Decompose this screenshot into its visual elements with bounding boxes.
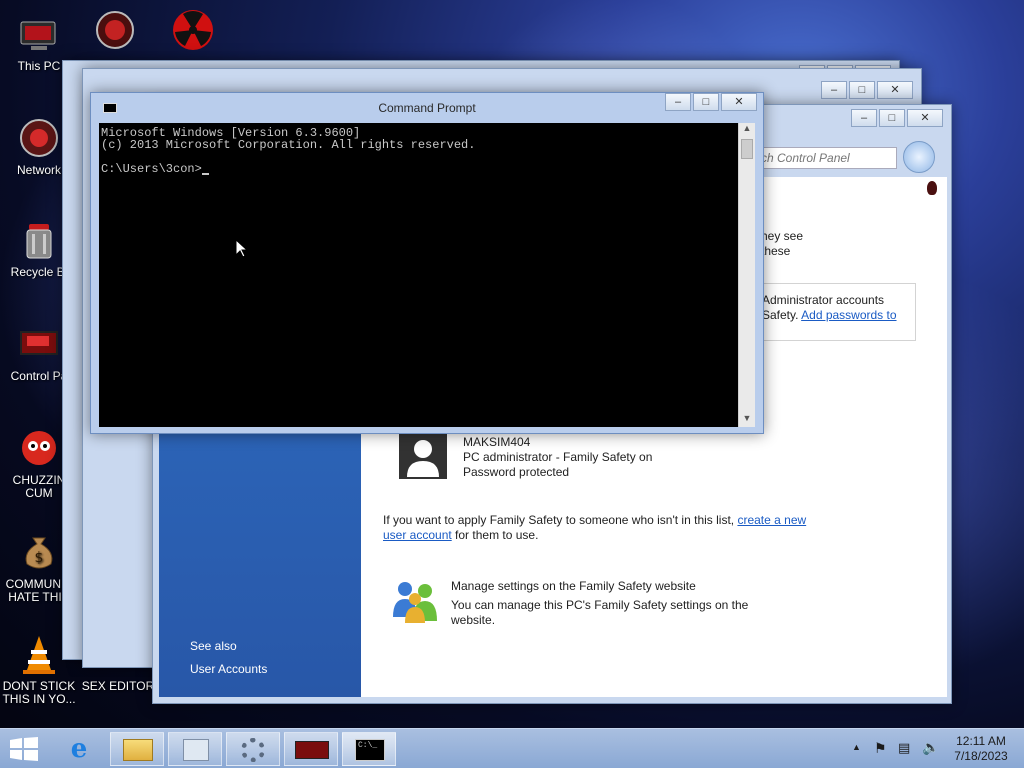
see-also-heading: See also (190, 639, 237, 653)
svg-text:$: $ (35, 550, 44, 566)
taskbar-internet-explorer[interactable]: e (52, 732, 106, 766)
notice-line-1: Administrator accounts (762, 293, 885, 307)
chuzzle-icon (17, 426, 61, 470)
desktop-icon-top-2[interactable] (80, 8, 150, 56)
close-button[interactable]: ✕ (907, 109, 943, 127)
clock-time: 12:11 AM (956, 734, 1006, 748)
action-center-flag-icon[interactable]: ⚑ (874, 740, 887, 757)
console-scrollbar[interactable]: ▲ ▼ (738, 123, 755, 427)
network-status-icon[interactable]: ▤ (898, 740, 910, 756)
vlc-cone-icon (17, 632, 61, 676)
command-prompt-window[interactable]: Command Prompt – □ ✕ Microsoft Windows [… (90, 92, 764, 434)
show-hidden-icons-icon[interactable]: ▲ (852, 742, 861, 752)
search-icon[interactable] (903, 141, 935, 173)
folder-icon (123, 739, 153, 761)
apply-family-safety-text: If you want to apply Family Safety to so… (383, 513, 807, 542)
maximize-button[interactable]: □ (693, 93, 719, 111)
taskbar: e C:\_ ▲ ⚑ ▤ 🔈 12:11 AM 7/18/2023 (0, 728, 1024, 768)
maximize-button[interactable]: □ (849, 81, 875, 99)
manage-settings-description: You can manage this PC's Family Safety s… (451, 598, 749, 627)
recycle-bin-icon (17, 218, 61, 262)
console-prompt: C:\Users\3con> (101, 162, 202, 176)
clock-date: 7/18/2023 (954, 749, 1008, 763)
close-button[interactable]: ✕ (721, 93, 757, 111)
money-bag-icon: $ (17, 530, 61, 574)
minimize-button[interactable]: – (665, 93, 691, 111)
desktop-icon-top-3[interactable] (158, 8, 228, 56)
admin-notice-box: Administrator accounts Safety. Add passw… (756, 283, 916, 341)
minimize-button[interactable]: – (851, 109, 877, 127)
console-line: (c) 2013 Microsoft Corporation. All righ… (101, 138, 476, 152)
start-button[interactable] (10, 737, 38, 761)
add-passwords-link[interactable]: Add passwords to (801, 308, 896, 322)
taskbar-file-explorer[interactable] (110, 732, 164, 766)
text-cursor (201, 173, 209, 175)
taskbar-performance[interactable] (168, 732, 222, 766)
internet-explorer-icon: e (70, 734, 88, 764)
taskbar-settings[interactable] (226, 732, 280, 766)
globe-icon (93, 8, 137, 52)
scroll-thumb[interactable] (741, 139, 753, 159)
maximize-button[interactable]: □ (879, 109, 905, 127)
description-text-1: hey see (761, 229, 804, 243)
mouse-pointer-icon (235, 238, 249, 258)
scroll-up-icon[interactable]: ▲ (739, 123, 755, 137)
family-users-icon (391, 577, 441, 625)
control-panel-icon (17, 322, 61, 366)
volume-icon[interactable]: 🔈 (922, 739, 939, 756)
user-accounts-link[interactable]: User Accounts (190, 662, 267, 676)
description-text-2: these (761, 244, 791, 258)
user-role: PC administrator - Family Safety on (463, 450, 653, 464)
this-pc-icon (17, 12, 61, 56)
notice-line-2: Safety. (762, 308, 802, 322)
scroll-down-icon[interactable]: ▼ (739, 413, 755, 427)
network-icon (17, 116, 61, 160)
manage-settings-link[interactable]: Manage settings on the Family Safety web… (451, 579, 696, 593)
search-input[interactable] (753, 147, 897, 169)
clock[interactable]: 12:11 AM 7/18/2023 (948, 729, 1014, 768)
user-password-status: Password protected (463, 465, 570, 479)
taskbar-control-panel[interactable] (284, 732, 338, 766)
taskbar-command-prompt[interactable]: C:\_ (342, 732, 396, 766)
cmd-icon: C:\_ (355, 739, 385, 761)
system-tray: ▲ ⚑ ▤ 🔈 (850, 729, 950, 768)
console-output[interactable]: Microsoft Windows [Version 6.3.9600] (c)… (99, 123, 753, 427)
gear-icon (241, 738, 265, 762)
monitor-icon (183, 739, 209, 761)
help-icon[interactable] (927, 181, 937, 195)
minimize-button[interactable]: – (821, 81, 847, 99)
user-name: MAKSIM404 (463, 435, 531, 449)
user-info[interactable]: MAKSIM404 PC administrator - Family Safe… (463, 435, 652, 480)
radiation-icon (171, 8, 215, 52)
close-button[interactable]: ✕ (877, 81, 913, 99)
control-panel-icon (295, 741, 329, 759)
user-avatar-icon[interactable] (399, 431, 447, 479)
